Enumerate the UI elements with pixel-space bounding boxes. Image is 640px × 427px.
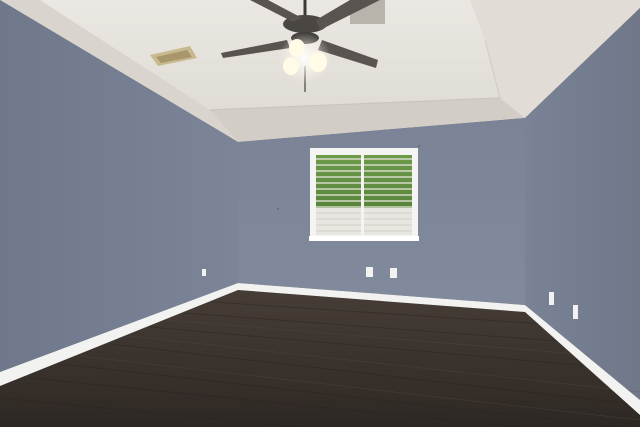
outlet-left-wall bbox=[202, 269, 206, 276]
outlet-right-wall-1 bbox=[549, 292, 554, 305]
outlet-back-wall-1 bbox=[366, 267, 373, 277]
wall-nail bbox=[418, 145, 420, 147]
wall-nail bbox=[277, 208, 279, 210]
room-photo bbox=[0, 0, 640, 427]
outlet-right-wall-2 bbox=[573, 305, 578, 319]
outlet-back-wall-2 bbox=[390, 268, 397, 278]
window bbox=[309, 148, 419, 241]
